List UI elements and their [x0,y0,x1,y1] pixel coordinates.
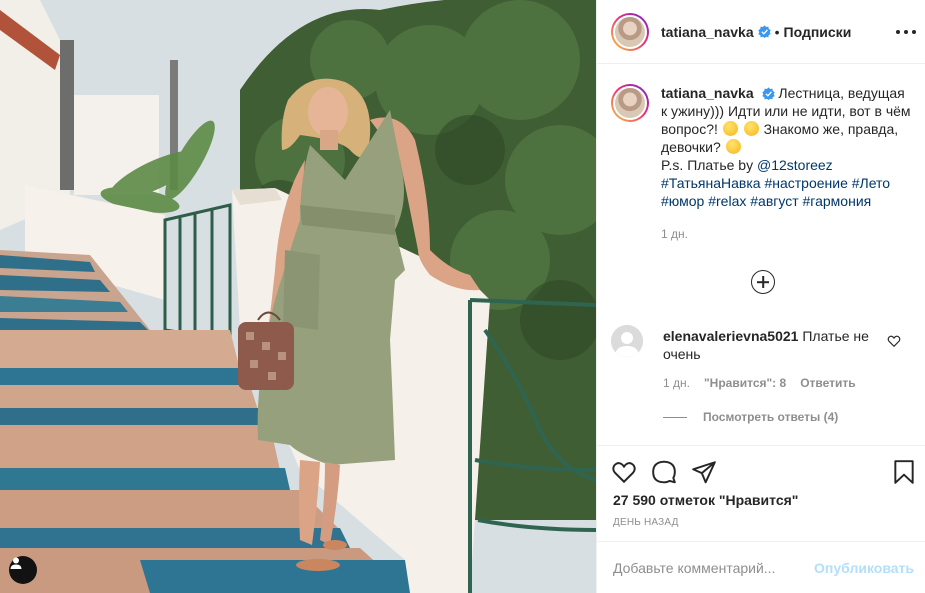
load-more-comments-icon[interactable] [751,270,775,294]
like-heart-icon[interactable] [611,459,637,485]
caption-ps: P.s. Платье by [661,157,757,173]
user-tag-icon[interactable] [9,556,37,584]
post-photo-illustration [0,0,596,593]
likes-count[interactable]: 27 590 отметок "Нравится" [613,492,798,508]
hashtag-link[interactable]: #август [750,193,798,209]
comment-text: elenavalerievna5021 Платье не очень [663,327,873,363]
reply-button[interactable]: Ответить [800,376,855,390]
comment-timestamp[interactable]: 1 дн. [663,376,690,390]
hashtag-link[interactable]: #гармония [803,193,872,209]
hashtag-link[interactable]: #ТатьянаНавка [661,175,761,191]
verified-badge-icon [761,87,775,100]
verified-badge-icon [757,25,771,38]
commenter-username[interactable]: elenavalerievna5021 [663,328,798,344]
follow-separator: • [774,23,780,40]
view-replies-label: Посмотреть ответы (4) [703,410,839,424]
post-header: tatiana_navka • Подписки [597,0,925,64]
add-comment-bar: Опубликовать [597,541,925,593]
replies-divider [663,416,687,418]
comment-meta: 1 дн. "Нравится": 8 Ответить [663,376,856,390]
caption-timestamp[interactable]: 1 дн. [661,225,911,243]
mention-link[interactable]: @12storeez [757,157,833,173]
post-actions: 27 590 отметок "Нравится" ДЕНЬ НАЗАД [597,445,925,541]
post-side-panel: tatiana_navka • Подписки tatiana_navka Л… [596,0,925,593]
share-send-icon[interactable] [691,459,717,485]
default-avatar-icon [611,325,643,357]
post-caption: tatiana_navka Лестница, ведущая к ужину)… [611,84,911,243]
publish-button[interactable]: Опубликовать [814,560,914,576]
save-bookmark-icon[interactable] [891,459,917,485]
caption-author-avatar[interactable] [611,84,649,122]
hashtag-link[interactable]: #relax [708,193,746,209]
grinning-sweat-emoji-icon [722,121,738,136]
author-avatar[interactable] [611,12,649,51]
comment-like-heart-icon[interactable] [887,334,901,348]
more-options-icon[interactable] [896,22,916,42]
post-photo[interactable] [0,0,596,593]
post-date[interactable]: ДЕНЬ НАЗАД [613,517,679,528]
hashtag-link[interactable]: #настроение [764,175,847,191]
smiling-face-emoji-icon [725,139,741,154]
rolling-laughing-emoji-icon [743,121,759,136]
person-icon [10,557,22,569]
comment-likes-count[interactable]: "Нравится": 8 [704,376,786,390]
author-username[interactable]: tatiana_navka [661,24,754,40]
hashtag-link[interactable]: #Лето [852,175,890,191]
caption-username[interactable]: tatiana_navka [661,85,754,101]
following-button[interactable]: Подписки [784,24,852,40]
commenter-avatar[interactable] [611,325,643,357]
comment-input[interactable] [613,559,815,576]
view-replies-button[interactable]: Посмотреть ответы (4) [663,410,838,424]
hashtag-link[interactable]: #юмор [661,193,704,209]
comment-bubble-icon[interactable] [651,459,677,485]
caption-text: tatiana_navka Лестница, ведущая к ужину)… [661,84,911,243]
